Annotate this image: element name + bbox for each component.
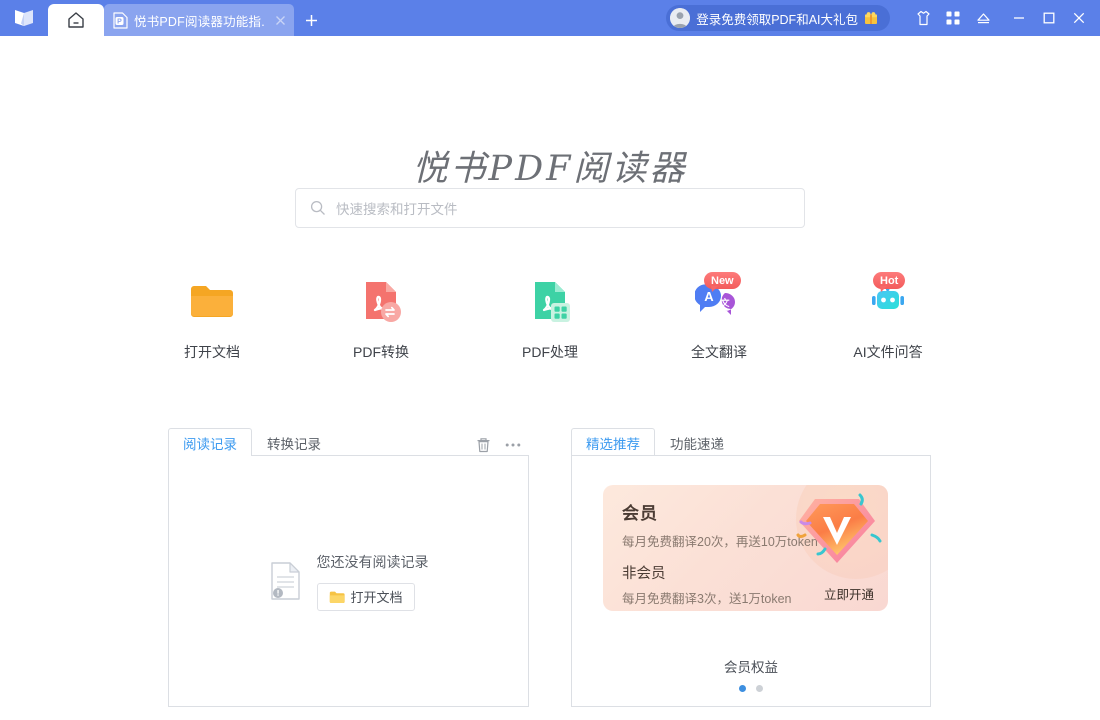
main-content: 悦书PDF阅读器 快速搜索和打开文件 打开文档 <box>0 36 1100 720</box>
tab-label: 转换记录 <box>267 433 321 453</box>
promo-cta-button[interactable]: 立即开通 <box>824 584 874 603</box>
empty-state-text: 您还没有阅读记录 <box>317 552 429 572</box>
new-tab-button[interactable] <box>294 4 328 36</box>
action-badge: New <box>704 272 741 289</box>
promo-member-desc: 每月免费翻译20次，再送10万token <box>622 531 818 550</box>
tab-document-label: 悦书PDF阅读器功能指... <box>134 11 266 30</box>
user-avatar-icon <box>670 8 690 28</box>
pdf-process-icon <box>523 276 577 328</box>
minimize-button[interactable] <box>1004 0 1034 36</box>
tab-home[interactable] <box>48 4 104 36</box>
promo-text-block: 会员 每月免费翻译20次，再送10万token 非会员 每月免费翻译3次，送1万… <box>622 499 818 607</box>
open-document-button[interactable]: 打开文档 <box>317 583 415 611</box>
folder-icon <box>329 590 345 604</box>
tab-label: 功能速递 <box>670 433 724 453</box>
pdf-convert-icon <box>354 276 408 328</box>
tab-document[interactable]: P 悦书PDF阅读器功能指... <box>104 4 294 36</box>
app-logo <box>0 0 48 36</box>
membership-promo-card[interactable]: 会员 每月免费翻译20次，再送10万token 非会员 每月免费翻译3次，送1万… <box>603 485 888 611</box>
tab-conversion-history[interactable]: 转换记录 <box>252 428 336 456</box>
search-placeholder: 快速搜索和打开文件 <box>336 198 458 218</box>
eject-icon <box>975 11 992 25</box>
empty-state-content: 您还没有阅读记录 打开文档 <box>317 552 429 611</box>
close-button[interactable] <box>1064 0 1094 36</box>
reading-history-panel: 阅读记录 转换记录 <box>168 428 529 707</box>
open-document-button-label: 打开文档 <box>351 587 403 606</box>
trash-icon[interactable] <box>476 437 491 453</box>
minimize-icon <box>1012 11 1026 25</box>
action-pdf-process[interactable]: PDF处理 <box>495 276 605 362</box>
action-full-translate[interactable]: A 文 New 全文翻译 <box>664 276 774 362</box>
apps-button[interactable] <box>938 0 968 36</box>
reading-history-body: 您还没有阅读记录 打开文档 <box>168 455 529 707</box>
tab-feature-news[interactable]: 功能速递 <box>655 428 739 456</box>
close-icon <box>1072 11 1086 25</box>
pin-button[interactable] <box>968 0 998 36</box>
empty-state: 您还没有阅读记录 打开文档 <box>169 456 528 706</box>
title-bar: P 悦书PDF阅读器功能指... 登录免费领取PDF和 <box>0 0 1100 36</box>
tab-label: 精选推荐 <box>586 433 640 453</box>
maximize-button[interactable] <box>1034 0 1064 36</box>
grid-apps-icon <box>945 10 961 26</box>
carousel-dots <box>572 685 930 692</box>
action-label: PDF处理 <box>522 342 578 362</box>
right-panel-tabs: 精选推荐 功能速递 <box>571 428 931 456</box>
home-icon <box>66 11 86 29</box>
action-label: 打开文档 <box>184 342 240 362</box>
carousel-dot[interactable] <box>739 685 746 692</box>
action-open-document[interactable]: 打开文档 <box>157 276 267 362</box>
left-panel-tools <box>476 437 529 456</box>
tab-featured[interactable]: 精选推荐 <box>571 428 655 456</box>
recommendation-panel: 精选推荐 功能速递 会员 每月免费翻译20次，再送10万token 非会员 每月… <box>571 428 931 707</box>
folder-open-icon <box>185 276 239 328</box>
empty-document-icon <box>269 561 303 601</box>
svg-text:A: A <box>704 289 714 304</box>
titlebar-right-group: 登录免费领取PDF和AI大礼包 <box>666 0 1100 36</box>
plus-icon <box>304 13 319 28</box>
carousel-dot[interactable] <box>756 685 763 692</box>
tab-label: 阅读记录 <box>183 433 237 453</box>
action-badge: Hot <box>873 272 905 289</box>
member-benefits-link[interactable]: 会员权益 <box>572 656 930 676</box>
skin-button[interactable] <box>908 0 938 36</box>
promo-member-title: 会员 <box>622 499 818 524</box>
recommendation-body: 会员 每月免费翻译20次，再送10万token 非会员 每月免费翻译3次，送1万… <box>571 455 931 707</box>
book-logo-icon <box>13 9 35 27</box>
action-label: 全文翻译 <box>691 342 747 362</box>
tshirt-icon <box>915 10 932 26</box>
more-horizontal-icon[interactable] <box>505 442 521 448</box>
svg-text:文: 文 <box>719 297 730 309</box>
vip-gem-icon <box>792 487 882 578</box>
promo-nonmember-desc: 每月免费翻译3次，送1万token <box>622 588 818 607</box>
tab-close-icon[interactable] <box>272 12 288 28</box>
action-pdf-convert[interactable]: PDF转换 <box>326 276 436 362</box>
page-title: 悦书PDF阅读器 <box>0 140 1100 191</box>
search-icon <box>310 200 326 216</box>
action-label: PDF转换 <box>353 342 409 362</box>
login-button[interactable]: 登录免费领取PDF和AI大礼包 <box>666 5 890 31</box>
search-input[interactable]: 快速搜索和打开文件 <box>295 188 805 228</box>
quick-actions: 打开文档 PDF转换 <box>0 276 1100 362</box>
svg-text:P: P <box>117 18 122 25</box>
gift-icon <box>864 11 878 25</box>
action-label: AI文件问答 <box>853 342 922 362</box>
tab-reading-history[interactable]: 阅读记录 <box>168 428 252 456</box>
maximize-icon <box>1042 11 1056 25</box>
action-ai-qa[interactable]: Hot AI文件问答 <box>833 276 943 362</box>
pdf-file-icon: P <box>113 12 128 29</box>
left-panel-tabs: 阅读记录 转换记录 <box>168 428 529 456</box>
login-button-label: 登录免费领取PDF和AI大礼包 <box>696 9 858 28</box>
promo-nonmember-title: 非会员 <box>622 562 818 583</box>
